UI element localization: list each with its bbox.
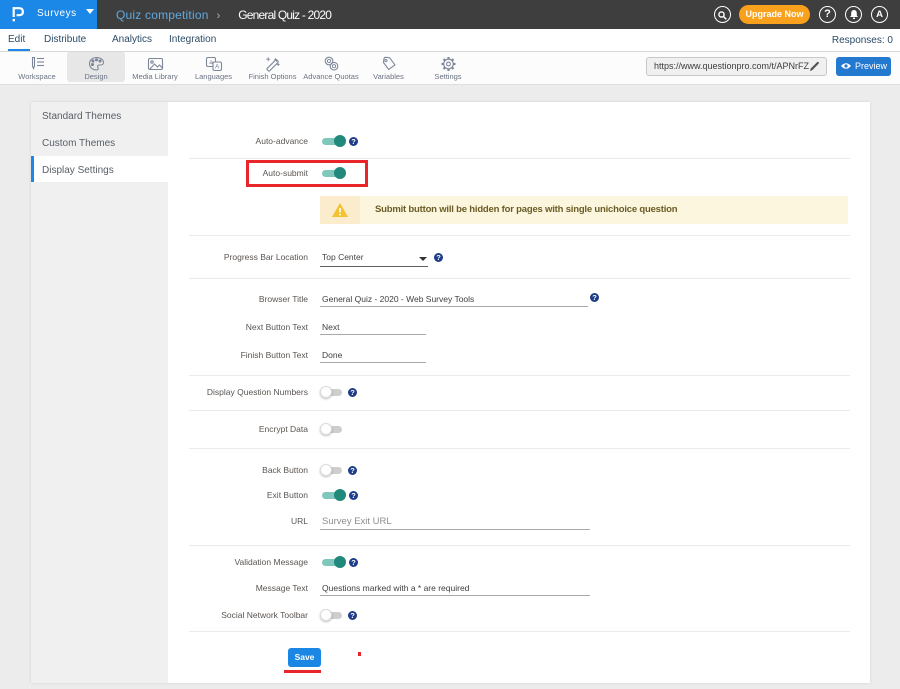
svg-text:a: a xyxy=(209,59,213,66)
svg-text:A: A xyxy=(215,64,220,71)
